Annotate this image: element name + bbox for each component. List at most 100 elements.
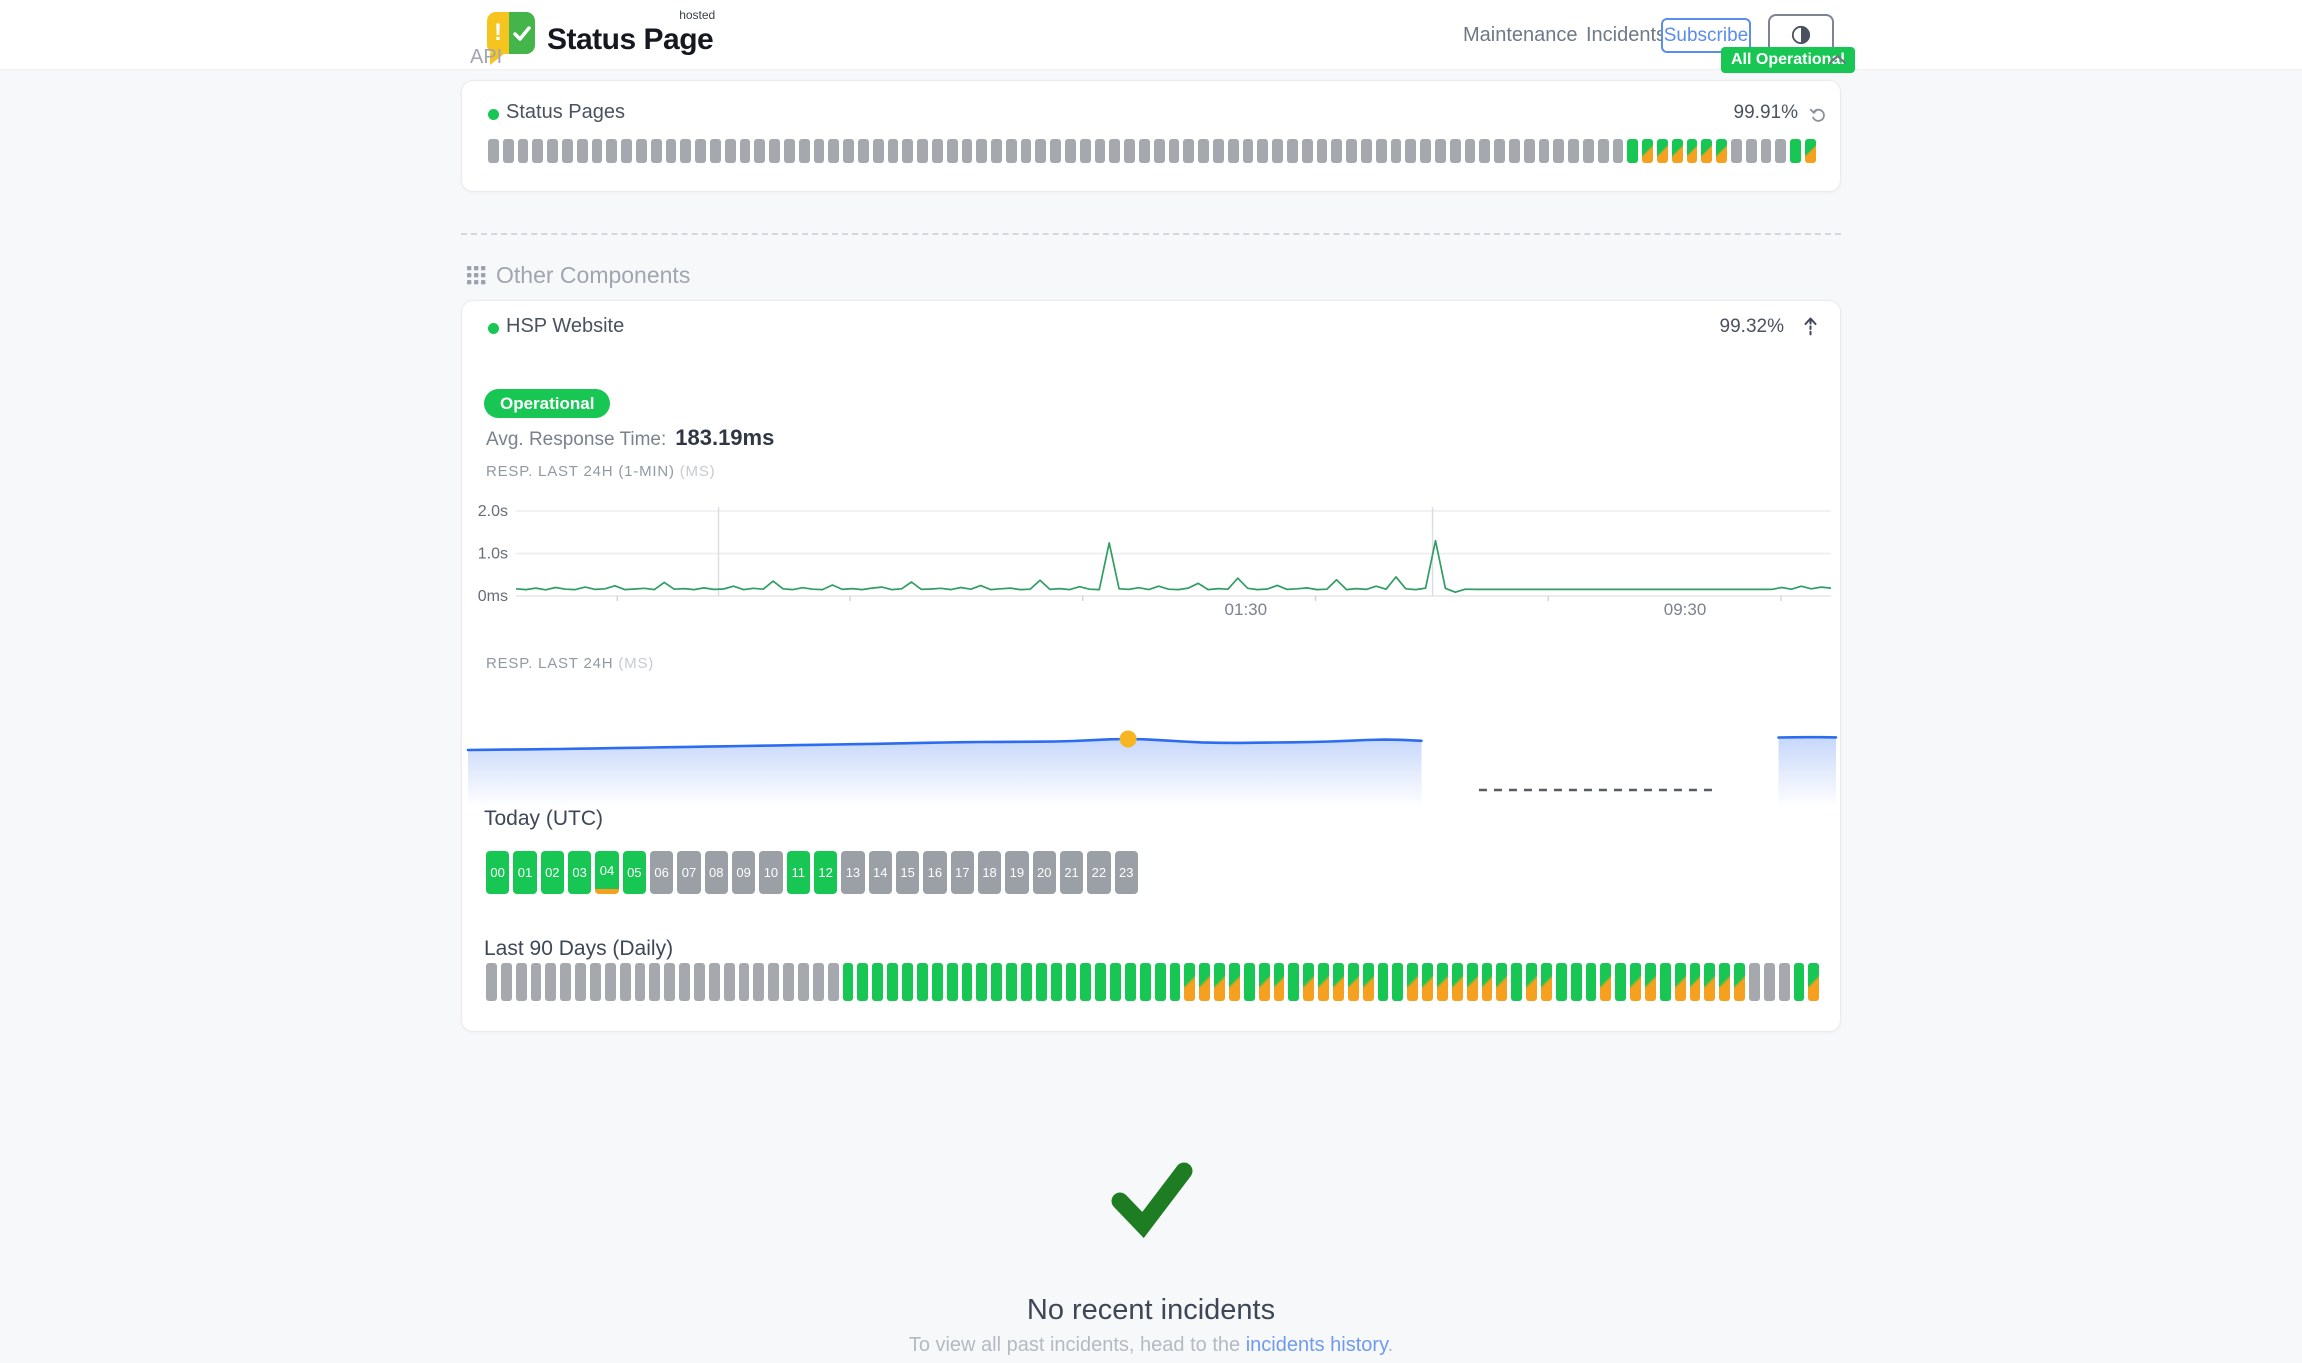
uptime-bar-gray[interactable] (620, 963, 631, 1001)
hour-block-13[interactable]: 13 (841, 851, 864, 894)
uptime-bar-green[interactable] (1080, 963, 1091, 1001)
uptime-bar-green[interactable] (1051, 963, 1062, 1001)
uptime-bar-gray[interactable] (649, 963, 660, 1001)
uptime-bar-gray[interactable] (562, 139, 573, 163)
uptime-bar-gray[interactable] (917, 139, 928, 163)
uptime-bar-gray[interactable] (725, 139, 736, 163)
uptime-bar-green[interactable] (962, 963, 973, 1001)
hour-block-07[interactable]: 07 (677, 851, 700, 894)
uptime-bar-gray[interactable] (1583, 139, 1594, 163)
uptime-bar-green[interactable] (917, 963, 928, 1001)
uptime-bar-mixed[interactable] (1704, 963, 1715, 1001)
hour-block-20[interactable]: 20 (1033, 851, 1056, 894)
uptime-bar-gray[interactable] (575, 963, 586, 1001)
uptime-bar-gray[interactable] (560, 963, 571, 1001)
uptime-bar-gray[interactable] (1006, 139, 1017, 163)
hour-block-19[interactable]: 19 (1005, 851, 1028, 894)
uptime-bar-gray[interactable] (1391, 139, 1402, 163)
uptime-bar-mixed[interactable] (1808, 963, 1819, 1001)
uptime-bar-gray[interactable] (873, 139, 884, 163)
uptime-bar-gray[interactable] (1302, 139, 1313, 163)
uptime-bar-mixed[interactable] (1805, 139, 1816, 163)
uptime-bar-gray[interactable] (1139, 139, 1150, 163)
uptime-bar-gray[interactable] (531, 963, 542, 1001)
uptime-bar-gray[interactable] (1331, 139, 1342, 163)
uptime-bar-mixed[interactable] (1437, 963, 1448, 1001)
uptime-bar-gray[interactable] (1346, 139, 1357, 163)
uptime-bar-gray[interactable] (1539, 139, 1550, 163)
uptime-bar-gray[interactable] (1021, 139, 1032, 163)
uptime-bar-gray[interactable] (798, 963, 809, 1001)
uptime-bar-gray[interactable] (858, 139, 869, 163)
uptime-bar-mixed[interactable] (1407, 963, 1418, 1001)
uptime-bar-mixed[interactable] (1645, 963, 1656, 1001)
uptime-bar-gray[interactable] (1243, 139, 1254, 163)
uptime-bar-mixed[interactable] (1600, 963, 1611, 1001)
component-name[interactable]: HSP Website (506, 315, 624, 338)
uptime-bar-gray[interactable] (1731, 139, 1742, 163)
uptime-bar-mixed[interactable] (1363, 963, 1374, 1001)
uptime-bar-mixed[interactable] (1214, 963, 1225, 1001)
uptime-bar-mixed[interactable] (1657, 139, 1668, 163)
uptime-bar-gray[interactable] (740, 139, 751, 163)
uptime-bar-gray[interactable] (1124, 139, 1135, 163)
uptime-bar-gray[interactable] (605, 963, 616, 1001)
refresh-icon[interactable] (1809, 105, 1828, 129)
uptime-bar-green[interactable] (887, 963, 898, 1001)
hour-block-00[interactable]: 00 (486, 851, 509, 894)
uptime-bar-gray[interactable] (486, 963, 497, 1001)
uptime-bar-mixed[interactable] (1719, 963, 1730, 1001)
uptime-bar-green[interactable] (1006, 963, 1017, 1001)
uptime-bar-green[interactable] (1392, 963, 1403, 1001)
uptime-bar-gray[interactable] (592, 139, 603, 163)
hour-block-21[interactable]: 21 (1060, 851, 1083, 894)
uptime-bar-mixed[interactable] (1422, 963, 1433, 1001)
uptime-bar-gray[interactable] (902, 139, 913, 163)
uptime-bar-green[interactable] (1110, 963, 1121, 1001)
uptime-bar-green[interactable] (1288, 963, 1299, 1001)
uptime-bar-gray[interactable] (1568, 139, 1579, 163)
uptime-bar-green[interactable] (1615, 963, 1626, 1001)
uptime-bar-gray[interactable] (532, 139, 543, 163)
uptime-bar-gray[interactable] (518, 139, 529, 163)
uptime-bar-gray[interactable] (1405, 139, 1416, 163)
uptime-bar-gray[interactable] (710, 139, 721, 163)
uptime-bar-gray[interactable] (768, 963, 779, 1001)
uptime-bar-mixed[interactable] (1348, 963, 1359, 1001)
uptime-bar-gray[interactable] (1154, 139, 1165, 163)
hour-block-23[interactable]: 23 (1115, 851, 1138, 894)
uptime-bar-gray[interactable] (694, 963, 705, 1001)
uptime-bar-gray[interactable] (1257, 139, 1268, 163)
uptime-bar-mixed[interactable] (1526, 963, 1537, 1001)
uptime-bar-gray[interactable] (664, 963, 675, 1001)
uptime-bar-mixed[interactable] (1467, 963, 1478, 1001)
uptime-bar-gray[interactable] (1065, 139, 1076, 163)
uptime-bar-mixed[interactable] (1734, 963, 1745, 1001)
uptime-bar-green[interactable] (1790, 139, 1801, 163)
uptime-bar-gray[interactable] (783, 963, 794, 1001)
hour-block-10[interactable]: 10 (759, 851, 782, 894)
uptime-bar-green[interactable] (1511, 963, 1522, 1001)
collapse-arrow-icon[interactable] (1803, 316, 1818, 344)
uptime-bar-green[interactable] (976, 963, 987, 1001)
uptime-bar-gray[interactable] (666, 139, 677, 163)
uptime-bar-gray[interactable] (651, 139, 662, 163)
uptime-bar-gray[interactable] (769, 139, 780, 163)
uptime-bar-mixed[interactable] (1274, 963, 1285, 1001)
response-chart-1min[interactable]: 0ms1.0s2.0s01:3009:30 (462, 497, 1834, 621)
hour-block-03[interactable]: 03 (568, 851, 591, 894)
uptime-bar-gray[interactable] (680, 139, 691, 163)
uptime-bar-gray[interactable] (1287, 139, 1298, 163)
uptime-bar-mixed[interactable] (1259, 963, 1270, 1001)
hour-block-22[interactable]: 22 (1087, 851, 1110, 894)
uptime-bar-gray[interactable] (813, 963, 824, 1001)
hour-block-06[interactable]: 06 (650, 851, 673, 894)
uptime-bar-green[interactable] (1036, 963, 1047, 1001)
uptime-bar-gray[interactable] (1035, 139, 1046, 163)
hour-block-04[interactable]: 04 (595, 851, 618, 894)
uptime-bar-gray[interactable] (1775, 139, 1786, 163)
uptime-bar-gray[interactable] (516, 963, 527, 1001)
uptime-bar-gray[interactable] (843, 139, 854, 163)
uptime-bar-gray[interactable] (724, 963, 735, 1001)
uptime-bar-green[interactable] (1066, 963, 1077, 1001)
